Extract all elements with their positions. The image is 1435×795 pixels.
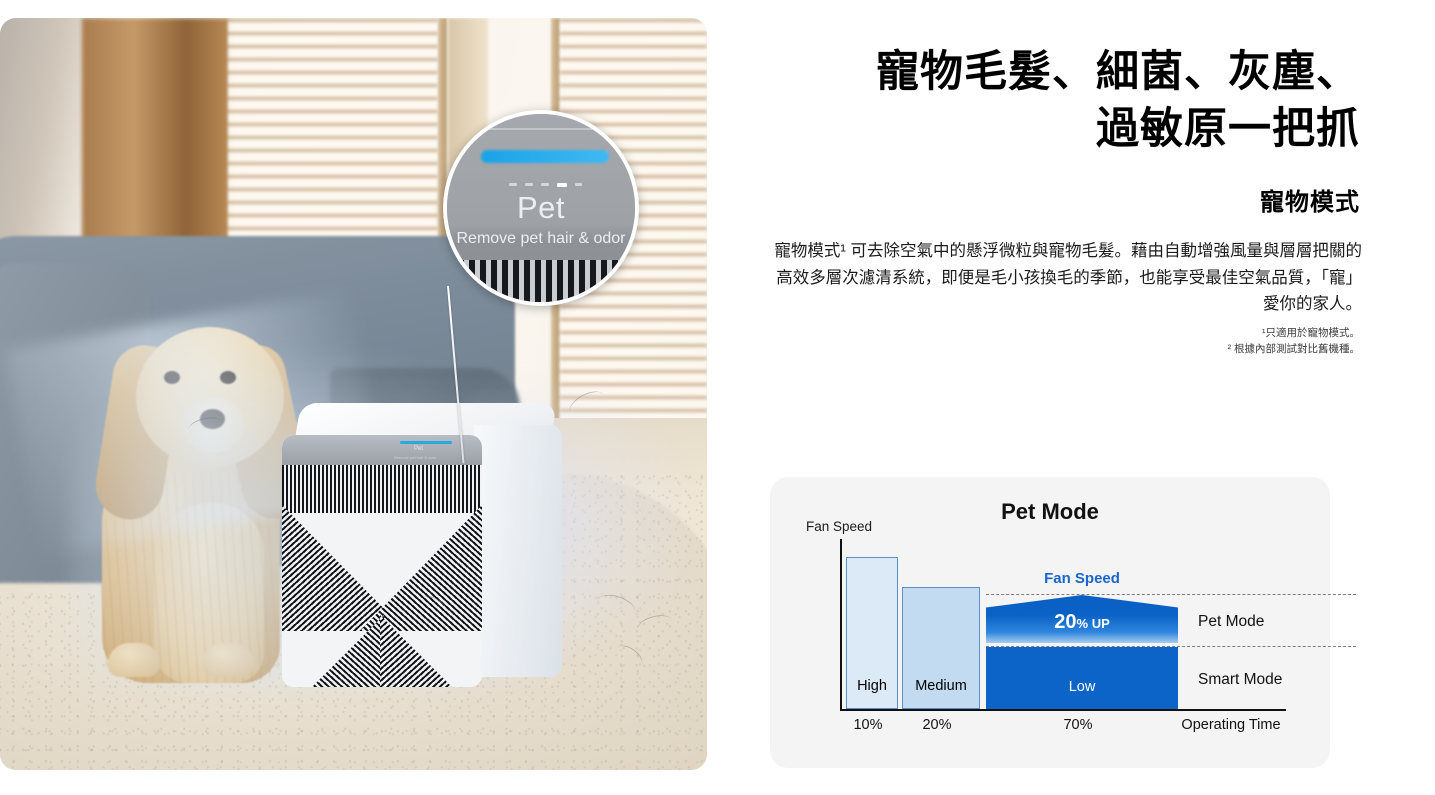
level-dot <box>509 183 517 186</box>
magnifier-status-bar <box>481 150 609 163</box>
x-tick-low: 70% <box>1063 717 1093 733</box>
footnote-2: ² 根據內部測試對比舊機種。 <box>1227 342 1360 355</box>
grille-vertical-top <box>282 465 482 513</box>
level-dot <box>541 183 549 186</box>
purifier-control-panel[interactable]: Pet Remove pet hair & odor <box>282 435 482 465</box>
purifier-mode-description: Remove pet hair & odor <box>394 455 437 460</box>
chart-plot-area: Fan Speed High Medium Low 20% UP Pet Mod… <box>840 539 1356 709</box>
uplift-suffix-text: UP <box>1091 616 1110 631</box>
bar-high: High <box>846 557 898 709</box>
page-root: Pet Remove pet hair & odor Pet Remove pe… <box>0 0 1435 795</box>
purifier-front: Pet Remove pet hair & odor <box>282 435 482 687</box>
x-tick-high: 10% <box>853 717 883 733</box>
row-label-smart-mode: Smart Mode <box>1198 671 1283 688</box>
y-axis-label: Fan Speed <box>806 519 873 534</box>
x-axis-label: Operating Time <box>1181 717 1281 733</box>
lifestyle-photo: Pet Remove pet hair & odor Pet Remove pe… <box>0 18 707 770</box>
level-dot <box>525 183 533 186</box>
magnifier-callout: Pet Remove pet hair & odor <box>443 110 639 306</box>
magnifier-level-indicator <box>509 180 585 188</box>
level-dot-active <box>557 182 567 187</box>
body-paragraph: 寵物模式¹ 可去除空氣中的懸浮微粒與寵物毛髮。藉由自動增強風量與層層把關的高效多… <box>774 242 1362 314</box>
magnifier-top-edge <box>447 128 635 130</box>
content-column: 寵物毛髮、細菌、灰塵、 過敏原一把抓 寵物模式 寵物模式¹ 可去除空氣中的懸浮微… <box>760 0 1435 795</box>
bar-label-low: Low <box>1068 679 1096 695</box>
x-tick-medium: 20% <box>922 717 952 733</box>
footnote-1: ¹只適用於寵物模式。 <box>1262 327 1360 339</box>
x-axis-line <box>840 709 1286 711</box>
purifier-status-bar <box>400 441 452 444</box>
purifier-grille <box>282 465 482 687</box>
page-subtitle: 寵物模式 <box>1260 189 1360 216</box>
magnifier-mode-label: Pet <box>516 190 566 225</box>
uplift-unit: % <box>1076 616 1089 631</box>
magnifier-mode-description: Remove pet hair & odor <box>456 230 626 247</box>
headline-line-1: 寵物毛髮、細菌、灰塵、 <box>876 48 1360 96</box>
purifier-mode-label: Pet <box>414 446 424 452</box>
uplift-pentagon: 20% UP <box>986 595 1178 643</box>
magnifier-grille <box>447 260 635 302</box>
bar-label-high: High <box>857 678 887 694</box>
uplift-value: 20 <box>1054 611 1077 633</box>
purifier-side <box>474 425 562 677</box>
headline-line-2: 過敏原一把抓 <box>1096 104 1360 153</box>
page-headline: 寵物毛髮、細菌、灰塵、 過敏原一把抓 <box>760 44 1360 158</box>
bar-label-medium: Medium <box>915 678 967 694</box>
air-purifier: Pet Remove pet hair & odor <box>282 403 562 693</box>
inline-legend-fan-speed: Fan Speed <box>1044 570 1120 587</box>
bar-low: Low <box>986 647 1178 709</box>
dashed-line-top <box>986 594 1356 595</box>
wooden-post <box>82 18 230 246</box>
row-label-pet-mode: Pet Mode <box>1198 613 1265 630</box>
footnotes: ¹只適用於寵物模式。 ² 根據內部測試對比舊機種。 <box>760 326 1360 358</box>
uplift-annotation: 20% UP <box>986 611 1178 634</box>
level-dot <box>575 183 582 186</box>
bar-medium: Medium <box>902 587 980 709</box>
pet-mode-chart-panel: Pet Mode Fan Speed Fan Speed High Medium… <box>770 477 1356 768</box>
